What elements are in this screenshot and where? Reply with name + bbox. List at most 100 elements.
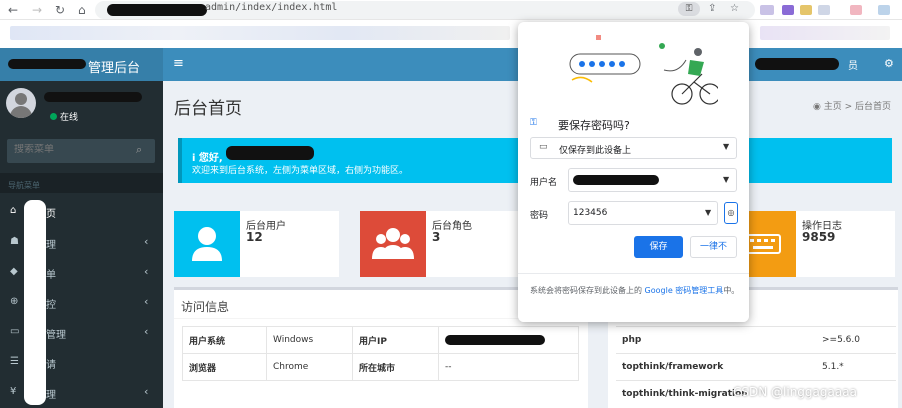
forward-icon[interactable]: → <box>32 2 42 18</box>
extension-icon[interactable] <box>850 5 862 15</box>
menu-toggle-icon[interactable]: ≡ <box>173 56 184 71</box>
sidebar-item-label: 控 <box>46 300 56 311</box>
extension-icon[interactable] <box>818 5 830 15</box>
user-icon <box>174 211 240 277</box>
lock-icon: ⊕ <box>10 296 19 307</box>
chevron-left-icon: ‹ <box>144 385 149 398</box>
nav-header: 导航菜单 <box>8 180 40 191</box>
caret-down-icon: ▼ <box>723 142 730 151</box>
stat-box-operation-log[interactable]: 操作日志 9859 <box>730 211 895 277</box>
storage-select-value: 仅保存到此设备上 <box>559 146 632 156</box>
password-value: 123456 <box>573 208 608 218</box>
table-row: topthink/framework 5.1.* <box>616 353 896 381</box>
chevron-left-icon: ‹ <box>144 265 149 278</box>
sidebar-item-label: 理 <box>46 390 56 401</box>
table-cell: topthink/framework <box>616 353 816 381</box>
caret-down-icon: ▼ <box>723 175 730 184</box>
caret-down-icon: ▼ <box>705 208 712 217</box>
table-cell: Chrome <box>266 353 353 381</box>
key-icon[interactable]: ⚿ <box>678 2 700 16</box>
stat-value: 12 <box>246 230 263 244</box>
chevron-left-icon: ‹ <box>144 295 149 308</box>
table-cell: >=5.6.0 <box>816 326 896 354</box>
home-icon[interactable]: ⌂ <box>78 2 86 18</box>
extension-icon[interactable] <box>782 5 794 15</box>
page-title: 后台首页 <box>174 99 242 119</box>
breadcrumb-home[interactable]: 主页 <box>824 102 842 112</box>
table-cell: php <box>616 326 816 354</box>
address-bar[interactable] <box>95 1 755 19</box>
redaction <box>226 146 314 160</box>
table-cell: -- <box>438 353 579 381</box>
dialog-title: 要保存密码吗? <box>558 119 630 132</box>
table-cell: 浏览器 <box>182 353 267 381</box>
redaction <box>755 58 839 70</box>
table-cell: 用户系统 <box>182 326 267 354</box>
stat-box-admin-roles[interactable]: 后台角色 3 <box>360 211 525 277</box>
watermark: CSDN @linggagaaaa <box>733 385 857 399</box>
sidebar-item-label: 单 <box>46 270 56 281</box>
reload-icon[interactable]: ↻ <box>55 2 65 18</box>
breadcrumb: ◉ 主页 > 后台首页 <box>813 102 892 112</box>
password-label: 密码 <box>530 211 549 221</box>
extension-icon[interactable] <box>800 5 812 15</box>
breadcrumb-current: 后台首页 <box>855 102 892 112</box>
redaction <box>24 200 46 405</box>
eye-off-icon[interactable]: ◎ <box>724 202 738 224</box>
stat-box-admin-users[interactable]: 后台用户 12 <box>174 211 339 277</box>
footer-text: 系统会将密码保存到此设备上的 Google 密码管理工具中。 <box>530 284 740 297</box>
header-user[interactable]: 员 <box>848 57 858 72</box>
users-icon <box>360 211 426 277</box>
callout-title: i 您好, <box>192 153 223 164</box>
table-cell: 所在城市 <box>352 353 439 381</box>
sidebar-item-label: 页 <box>46 209 56 220</box>
password-field[interactable]: 123456 ▼ <box>568 201 718 225</box>
user-status-label: 在线 <box>60 113 79 123</box>
browser-toolbar: ← → ↻ ⌂ admin/index/index.html ⚿ ⇪ ☆ <box>0 0 902 20</box>
username-field[interactable]: ▼ <box>568 168 737 192</box>
bookmarks-bar <box>0 20 902 48</box>
search-icon[interactable]: ⌕ <box>136 143 142 157</box>
visit-info-title: 访问信息 <box>181 300 230 314</box>
callout-text: 欢迎来到后台系统，左侧为菜单区域，右侧为功能区。 <box>192 166 409 176</box>
visit-info-table: 用户系统 Windows 用户IP 浏览器 Chrome 所在城市 -- <box>182 326 579 381</box>
list-icon: ☰ <box>10 356 19 367</box>
table-row: 用户系统 Windows 用户IP <box>182 326 579 354</box>
table-row: php >=5.6.0 <box>616 326 896 354</box>
extension-icon[interactable] <box>878 5 890 15</box>
redaction <box>107 4 207 16</box>
password-manager-link[interactable]: Google 密码管理工具 <box>645 286 724 295</box>
dashboard-icon: ◉ <box>813 102 824 112</box>
storage-select[interactable]: ▭ 仅保存到此设备上 ▼ <box>530 137 737 159</box>
back-icon[interactable]: ← <box>8 2 18 18</box>
footer-text-end: 中。 <box>723 286 740 295</box>
redaction <box>445 334 545 345</box>
key-icon: ⚿ <box>530 118 537 128</box>
chevron-left-icon: ‹ <box>144 235 149 248</box>
save-password-dialog: ⚿ 要保存密码吗? ▭ 仅保存到此设备上 ▼ 用户名 ▼ 密码 123456 ▼… <box>518 22 749 322</box>
yen-icon: ¥ <box>10 386 17 397</box>
logo-text[interactable]: 管理后台 <box>88 57 140 76</box>
table-cell: Windows <box>266 326 353 354</box>
sidebar-item-label: 管理 <box>46 330 66 341</box>
table-row: 浏览器 Chrome 所在城市 -- <box>182 353 579 381</box>
money-icon: ▭ <box>10 326 20 337</box>
sidebar-search[interactable]: ⌕ <box>7 139 155 163</box>
stat-value: 3 <box>432 230 441 244</box>
save-button[interactable]: 保存 <box>634 236 683 258</box>
redaction <box>573 175 659 185</box>
search-input[interactable] <box>14 144 124 155</box>
blurred-bookmarks <box>10 26 510 40</box>
table-cell: 5.1.* <box>816 353 896 381</box>
never-button[interactable]: 一律不 <box>690 236 737 258</box>
user-status: 在线 <box>50 110 78 123</box>
table-cell: 用户IP <box>352 326 439 354</box>
extension-icon[interactable] <box>760 5 774 15</box>
username-label: 用户名 <box>530 178 558 188</box>
gear-icon[interactable]: ⚙ <box>884 57 894 70</box>
sidebar-item-label: 请 <box>46 360 56 371</box>
table-cell <box>438 326 579 354</box>
bookmark-star-icon[interactable]: ☆ <box>730 3 739 14</box>
share-icon[interactable]: ⇪ <box>708 3 716 14</box>
users-icon: ☗ <box>10 236 19 247</box>
